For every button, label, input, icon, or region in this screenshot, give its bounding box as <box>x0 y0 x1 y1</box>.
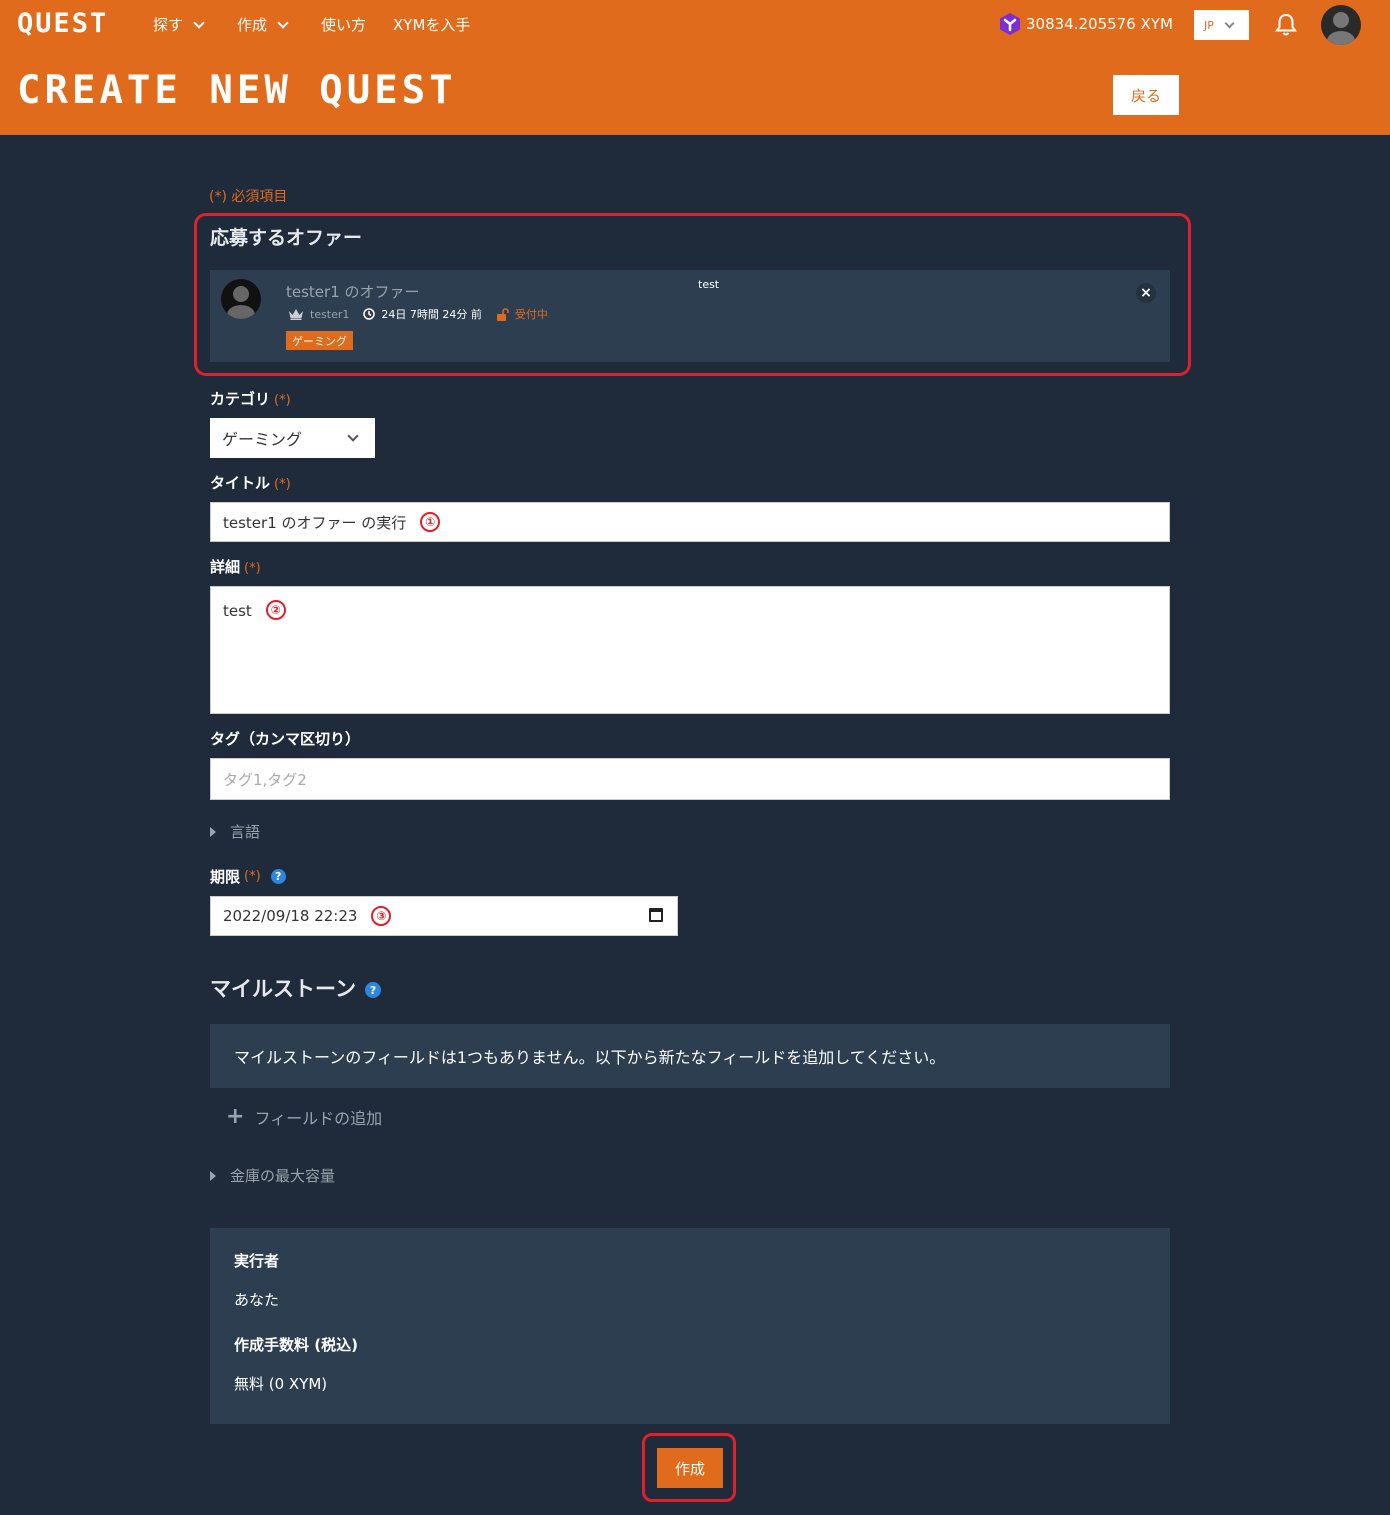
language-select[interactable]: JP <box>1194 10 1249 40</box>
nav-get-xym-label: XYMを入手 <box>393 16 471 34</box>
calendar-icon[interactable] <box>649 908 663 922</box>
detail-label: 詳細 (*) <box>210 556 261 577</box>
detail-textarea[interactable]: test ② <box>210 586 1170 714</box>
wallet-balance[interactable]: 30834.205576 XYM <box>998 12 1173 36</box>
required-note: (*) 必須項目 <box>209 189 288 205</box>
nav-create[interactable]: 作成 <box>237 14 289 35</box>
add-field-label: フィールドの追加 <box>254 1108 383 1128</box>
milestone-empty-message: マイルストーンのフィールドは1つもありません。以下から新たなフィールドを追加して… <box>210 1024 1170 1088</box>
annotation-marker-3: ③ <box>371 906 392 926</box>
nav-create-label: 作成 <box>237 16 268 34</box>
chevron-down-icon <box>347 430 359 442</box>
offer-status: 受付中 <box>514 308 548 321</box>
vault-capacity-label: 金庫の最大容量 <box>230 1167 336 1185</box>
chevron-down-icon <box>1224 18 1235 28</box>
offer-meta: tester1 24日 7時間 24分 前 受付中 <box>288 306 548 322</box>
add-field-button[interactable]: + フィールドの追加 <box>226 1104 382 1129</box>
nav-howto-label: 使い方 <box>321 16 367 34</box>
offer-heading: 応募するオファー <box>210 227 363 249</box>
fee-value: 無料 (0 XYM) <box>234 1375 328 1393</box>
deadline-label: 期限 (*) ? <box>210 866 286 887</box>
caret-right-icon <box>210 826 216 837</box>
logo[interactable]: QUEST <box>17 8 108 39</box>
deadline-label-text: 期限 <box>210 868 241 886</box>
annotation-marker-1: ① <box>420 512 441 532</box>
required-mark: (*) <box>244 869 261 884</box>
fee-label: 作成手数料 (税込) <box>234 1336 358 1354</box>
required-mark: (*) <box>244 561 261 576</box>
tags-input[interactable]: タグ1,タグ2 <box>210 758 1170 800</box>
offer-time: 24日 7時間 24分 前 <box>381 308 482 321</box>
category-value: ゲーミング <box>222 430 303 449</box>
unlock-icon <box>496 307 509 321</box>
detail-label-text: 詳細 <box>210 558 241 576</box>
tags-placeholder: タグ1,タグ2 <box>223 770 307 789</box>
milestone-heading-text: マイルストーン <box>210 977 356 1001</box>
help-icon[interactable]: ? <box>270 869 286 884</box>
deadline-value: 2022/09/18 22:23 <box>223 907 358 925</box>
category-select[interactable]: ゲーミング <box>210 418 375 458</box>
chevron-down-icon <box>193 16 205 29</box>
offer-category-tag[interactable]: ゲーミング <box>286 331 353 350</box>
offer-title[interactable]: tester1 のオファー <box>286 281 420 302</box>
vault-capacity-collapse[interactable]: 金庫の最大容量 <box>210 1165 335 1186</box>
detail-textarea-value: test <box>223 602 252 620</box>
nav-explore[interactable]: 探す <box>153 14 205 35</box>
chevron-down-icon <box>277 16 289 29</box>
offer-avatar <box>221 279 261 319</box>
nav-get-xym[interactable]: XYMを入手 <box>393 14 470 35</box>
summary-panel: 実行者 あなた 作成手数料 (税込) 無料 (0 XYM) <box>210 1228 1170 1424</box>
deadline-datetime-input[interactable]: 2022/09/18 22:23 ③ <box>210 896 678 936</box>
title-label-text: タイトル <box>210 474 271 492</box>
milestone-heading: マイルストーン ? <box>210 973 381 1003</box>
required-mark: (*) <box>274 477 291 492</box>
notification-bell-icon[interactable] <box>1275 13 1297 41</box>
caret-right-icon <box>210 1170 216 1181</box>
help-icon[interactable]: ? <box>364 982 381 998</box>
nav-explore-label: 探す <box>153 16 184 34</box>
create-button[interactable]: 作成 <box>657 1448 723 1488</box>
executor-value: あなた <box>234 1291 280 1309</box>
close-icon[interactable]: × <box>1136 283 1156 303</box>
executor-label: 実行者 <box>234 1252 280 1270</box>
page-title: CREATE NEW QUEST <box>17 68 457 113</box>
title-input-value: tester1 のオファー の実行 <box>223 513 407 532</box>
category-label: カテゴリ (*) <box>210 388 291 409</box>
required-mark: (*) <box>274 393 291 408</box>
offer-description: test <box>698 278 720 291</box>
tags-label: タグ（カンマ区切り） <box>210 730 361 748</box>
title-label: タイトル (*) <box>210 472 291 493</box>
crown-icon <box>289 309 303 320</box>
user-avatar[interactable] <box>1321 5 1361 45</box>
offer-user: tester1 <box>310 307 350 321</box>
category-label-text: カテゴリ <box>210 390 271 408</box>
top-header: QUEST 探す 作成 使い方 XYMを入手 30834.205576 XYM … <box>0 0 1390 135</box>
symbol-icon <box>1000 13 1020 35</box>
clock-icon <box>363 308 376 320</box>
annotation-marker-2: ② <box>265 600 286 620</box>
back-button[interactable]: 戻る <box>1113 75 1179 115</box>
balance-text: 30834.205576 XYM <box>1026 15 1173 33</box>
language-collapse[interactable]: 言語 <box>210 821 260 842</box>
plus-icon: + <box>226 1104 245 1129</box>
title-input[interactable]: tester1 のオファー の実行 ① <box>210 502 1170 542</box>
nav-howto[interactable]: 使い方 <box>321 14 366 35</box>
language-value: JP <box>1204 18 1214 32</box>
language-collapse-label: 言語 <box>230 823 261 841</box>
offer-card[interactable]: tester1 のオファー test tester1 24日 7時間 24分 前… <box>210 270 1170 362</box>
